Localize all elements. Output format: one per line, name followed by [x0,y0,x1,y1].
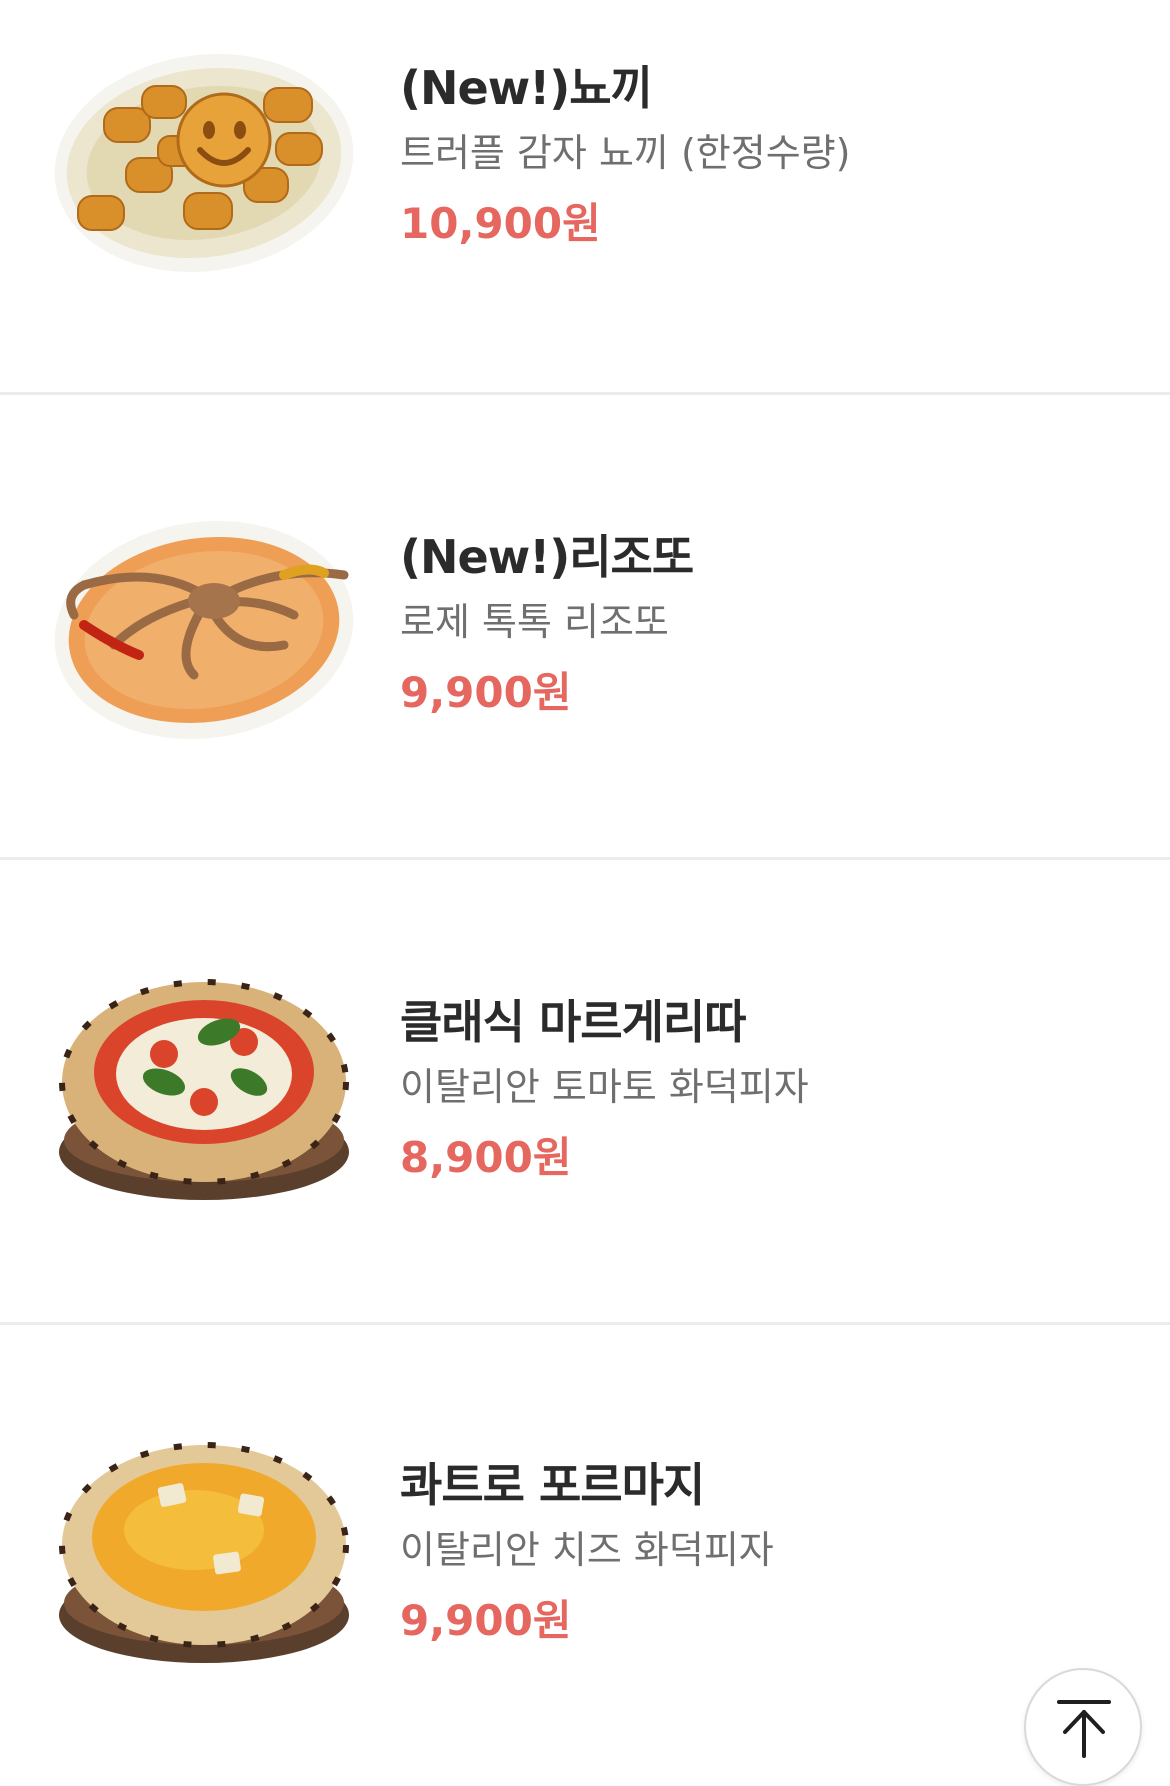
menu-item-risotto[interactable]: (New!)리조또 로제 톡톡 리조또 9,900원 [0,395,1170,860]
menu-item-name: (New!)뇨끼 [400,61,653,115]
menu-item-price: 9,900원 [400,1596,572,1645]
menu-item-margherita[interactable]: 클래식 마르게리따 이탈리안 토마토 화덕피자 8,900원 [0,860,1170,1325]
menu-item-info: 콰트로 포르마지 이탈리안 치즈 화덕피자 9,900원 [400,1455,774,1647]
menu-item-description: 트러플 감자 뇨끼 (한정수량) [400,131,851,175]
arrow-up-to-top-icon [1057,1700,1111,1758]
menu-item-description: 이탈리안 치즈 화덕피자 [400,1528,774,1572]
menu-item-price: 8,900원 [400,1133,572,1182]
scroll-to-top-button[interactable] [1024,1668,1142,1786]
menu-item-gnocchi[interactable]: (New!)뇨끼 트러플 감자 뇨끼 (한정수량) 10,900원 [0,0,1170,395]
gnocchi-dish-image [54,38,354,288]
menu-item-info: (New!)뇨끼 트러플 감자 뇨끼 (한정수량) 10,900원 [400,58,850,250]
menu-list: (New!)뇨끼 트러플 감자 뇨끼 (한정수량) 10,900원 (New!)… [0,0,1170,1775]
menu-item-name: (New!)리조또 [400,530,694,584]
menu-item-info: 클래식 마르게리따 이탈리안 토마토 화덕피자 8,900원 [400,992,809,1184]
menu-item-name: 콰트로 포르마지 [400,1458,705,1512]
risotto-dish-image [54,505,354,755]
menu-item-info: (New!)리조또 로제 톡톡 리조또 9,900원 [400,527,694,719]
menu-item-quattro-formaggi[interactable]: 콰트로 포르마지 이탈리안 치즈 화덕피자 9,900원 [0,1325,1170,1785]
menu-item-name: 클래식 마르게리따 [400,995,747,1049]
quattro-formaggi-pizza-image [54,1425,354,1675]
margherita-pizza-image [54,962,354,1212]
menu-item-price: 9,900원 [400,668,572,717]
menu-item-price: 10,900원 [400,199,601,248]
menu-item-description: 로제 톡톡 리조또 [400,600,669,644]
menu-item-description: 이탈리안 토마토 화덕피자 [400,1065,809,1109]
